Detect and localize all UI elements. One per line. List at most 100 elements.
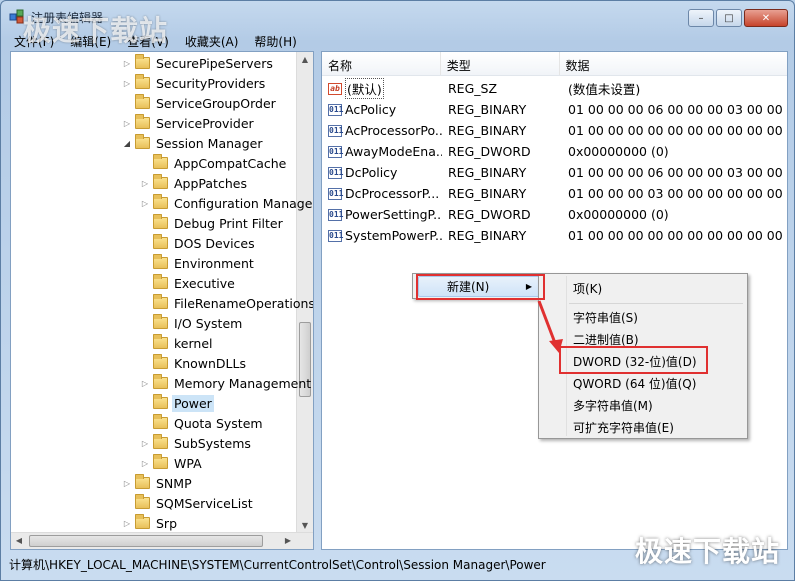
list-item[interactable]: 011 AcProcessorPo... REG_BINARY 01 00 00 00… xyxy=(322,120,787,141)
tree-item[interactable]: ▷ Configuration Manager xyxy=(139,193,314,213)
tree-expander-icon[interactable]: ▷ xyxy=(139,379,151,388)
column-data-header[interactable]: 数据 xyxy=(560,52,787,75)
value-name: PowerSettingP... xyxy=(345,207,442,222)
tree-item[interactable]: Environment xyxy=(139,253,256,273)
menu-favorites[interactable]: 收藏夹(A) xyxy=(178,31,246,51)
tree-item[interactable]: DOS Devices xyxy=(139,233,257,253)
tree-item[interactable]: FileRenameOperations xyxy=(139,293,313,313)
tree-item[interactable]: Power xyxy=(139,393,214,413)
tree-item[interactable]: ▷ SNMP xyxy=(121,473,194,493)
value-type: REG_BINARY xyxy=(448,123,527,138)
list-item[interactable]: 011 DcPolicy REG_BINARY 01 00 00 00 06 00 0… xyxy=(322,162,787,183)
binary-value-icon: 011 xyxy=(328,208,344,221)
tree-expander-icon[interactable]: ▷ xyxy=(139,439,151,448)
tree-item-label: SQMServiceList xyxy=(156,495,253,511)
tree-expander-icon[interactable]: ▷ xyxy=(139,179,151,188)
column-name-header[interactable]: 名称 xyxy=(322,52,441,75)
value-name-cell: ab (默认) xyxy=(322,78,442,99)
scroll-right-icon[interactable]: ▶ xyxy=(280,533,296,549)
tree-expander-icon[interactable]: ▷ xyxy=(139,199,151,208)
folder-icon xyxy=(153,314,168,329)
submenu-item-qword[interactable]: QWORD (64 位)值(Q) xyxy=(573,375,696,392)
tree-item[interactable]: ▷ Memory Management xyxy=(139,373,313,393)
tree-item-label: SecurityProviders xyxy=(156,75,266,91)
tree-item[interactable]: ▷ SecurePipeServers xyxy=(121,53,275,73)
tree-item-label: AppCompatCache xyxy=(174,155,287,171)
status-path: 计算机\HKEY_LOCAL_MACHINE\SYSTEM\CurrentCon… xyxy=(9,557,546,572)
binary-value-icon: 011 xyxy=(328,145,344,158)
tree-item[interactable]: Quota System xyxy=(139,413,265,433)
folder-icon xyxy=(135,74,150,89)
folder-icon xyxy=(135,94,150,109)
value-name: AwayModeEna... xyxy=(345,144,442,159)
submenu-item-expandable-string[interactable]: 可扩充字符串值(E) xyxy=(573,419,674,436)
submenu-item-key[interactable]: 项(K) xyxy=(573,280,602,297)
highlight-dword-box xyxy=(559,346,708,374)
scroll-up-icon[interactable]: ▲ xyxy=(297,52,313,68)
tree-horizontal-scrollbar[interactable]: ◀ ▶ xyxy=(11,532,313,549)
tree-item[interactable]: Executive xyxy=(139,273,237,293)
tree-item-label: Configuration Manager xyxy=(174,195,314,211)
tree-item-label: SNMP xyxy=(156,475,192,491)
tree-item[interactable]: ▷ SecurityProviders xyxy=(121,73,267,93)
close-button[interactable]: ✕ xyxy=(744,9,788,27)
tree-item[interactable]: ◢ Session Manager xyxy=(121,133,264,153)
column-type-header[interactable]: 类型 xyxy=(441,52,560,75)
tree-item[interactable]: ▷ WPA xyxy=(139,453,204,473)
value-name-cell: 011 DcPolicy xyxy=(322,165,442,180)
list-item[interactable]: 011 AcPolicy REG_BINARY 01 00 00 00 06 00 0… xyxy=(322,99,787,120)
tree-expander-icon[interactable]: ▷ xyxy=(139,459,151,468)
tree-expander-icon[interactable]: ▷ xyxy=(121,519,133,528)
minimize-button[interactable]: – xyxy=(688,9,714,27)
value-data: 01 00 00 00 06 00 00 00 03 00 00 00 0 xyxy=(568,102,787,117)
tree-expander-icon[interactable]: ◢ xyxy=(121,139,133,148)
list-item[interactable]: 011 AwayModeEna... REG_DWORD 0x00000000 (0) xyxy=(322,141,787,162)
tree-item[interactable]: AppCompatCache xyxy=(139,153,288,173)
folder-icon xyxy=(153,394,168,409)
value-data: (数值未设置) xyxy=(568,82,641,97)
list-item[interactable]: 011 SystemPowerP... REG_BINARY 01 00 00 00 … xyxy=(322,225,787,246)
tree-item[interactable]: kernel xyxy=(139,333,215,353)
tree-item[interactable]: ▷ Srp xyxy=(121,513,179,533)
tree-item[interactable]: Debug Print Filter xyxy=(139,213,285,233)
tree-item[interactable]: SQMServiceList xyxy=(121,493,255,513)
tree-expander-icon[interactable]: ▷ xyxy=(121,79,133,88)
submenu-item-multi-string[interactable]: 多字符串值(M) xyxy=(573,397,653,414)
folder-icon xyxy=(153,214,168,229)
value-data: 01 00 00 00 06 00 00 00 03 00 00 00 0 xyxy=(568,165,787,180)
tree-hscroll-thumb[interactable] xyxy=(29,535,263,547)
tree-item[interactable]: ▷ SubSystems xyxy=(139,433,253,453)
tree-item-label: kernel xyxy=(174,335,213,351)
list-item[interactable]: ab (默认) REG_SZ (数值未设置) xyxy=(322,78,787,99)
value-name: SystemPowerP... xyxy=(345,228,442,243)
tree-item[interactable]: ▷ ServiceProvider xyxy=(121,113,256,133)
value-data: 0x00000000 (0) xyxy=(568,207,669,222)
value-name: DcProcessorP... xyxy=(345,186,440,201)
value-type: REG_DWORD xyxy=(448,207,531,222)
watermark-top: 极速下载站 xyxy=(23,14,169,47)
tree-item-label: ServiceProvider xyxy=(156,115,254,131)
tree-item-label: KnownDLLs xyxy=(174,355,246,371)
registry-tree[interactable]: ▲ ▼ ◀ ▶ ▷ SecurePipeServers ▷ SecurityProvi… xyxy=(10,51,314,550)
binary-value-icon: 011 xyxy=(328,124,344,137)
tree-item[interactable]: I/O System xyxy=(139,313,244,333)
submenu-item-string[interactable]: 字符串值(S) xyxy=(573,309,638,326)
folder-icon xyxy=(153,354,168,369)
scroll-left-icon[interactable]: ◀ xyxy=(11,533,27,549)
tree-item-label: Quota System xyxy=(174,415,263,431)
tree-item[interactable]: ServiceGroupOrder xyxy=(121,93,278,113)
value-name-cell: 011 AwayModeEna... xyxy=(322,144,442,159)
value-type: REG_DWORD xyxy=(448,144,531,159)
tree-item-label: Environment xyxy=(174,255,254,271)
list-item[interactable]: 011 PowerSettingP... REG_DWORD 0x00000000 (… xyxy=(322,204,787,225)
tree-expander-icon[interactable]: ▷ xyxy=(121,479,133,488)
list-item[interactable]: 011 DcProcessorP... REG_BINARY 01 00 00 00 … xyxy=(322,183,787,204)
tree-item-label: Memory Management xyxy=(174,375,312,391)
tree-item[interactable]: KnownDLLs xyxy=(139,353,248,373)
menu-help[interactable]: 帮助(H) xyxy=(247,31,303,51)
maximize-button[interactable]: □ xyxy=(716,9,742,27)
tree-item[interactable]: ▷ AppPatches xyxy=(139,173,249,193)
folder-icon xyxy=(153,174,168,189)
tree-expander-icon[interactable]: ▷ xyxy=(121,119,133,128)
tree-expander-icon[interactable]: ▷ xyxy=(121,59,133,68)
